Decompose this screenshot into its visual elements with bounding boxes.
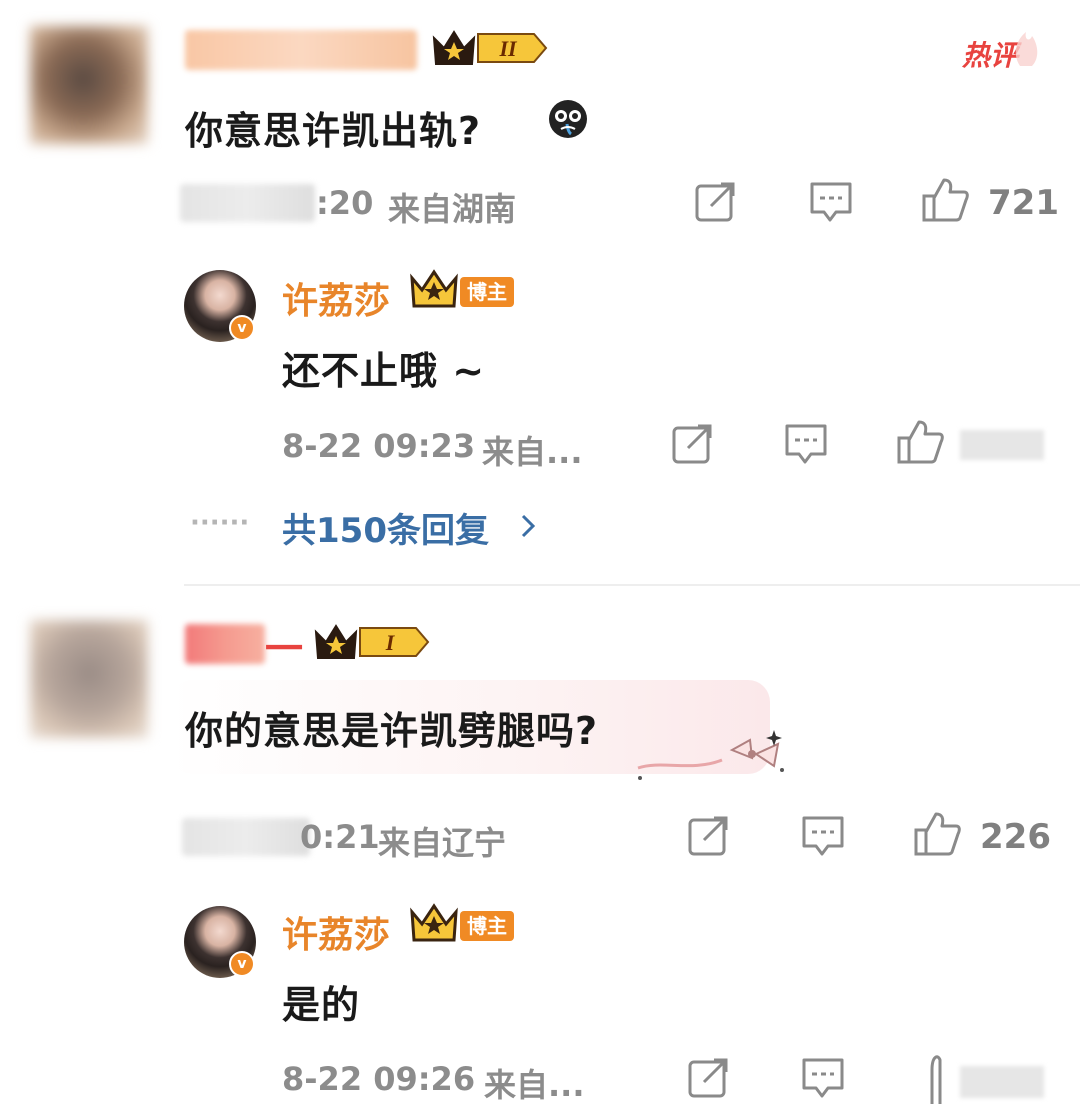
verified-badge-icon: v	[229, 315, 255, 341]
reply-text: 还不止哦 ~	[282, 349, 486, 393]
like-icon[interactable]	[920, 176, 970, 224]
like-count: 226	[980, 817, 1051, 857]
reply-time: 8-22 09:26	[282, 1060, 476, 1098]
like-count-blurred	[960, 1066, 1044, 1098]
member-crown-icon	[410, 903, 458, 942]
member-crown-icon	[410, 269, 458, 308]
reply-time: 8-22 09:23	[282, 427, 476, 465]
avatar[interactable]	[30, 620, 148, 738]
reply-location: 来自...	[482, 433, 583, 471]
like-icon[interactable]	[912, 810, 962, 858]
reply-author[interactable]: 许荔莎	[282, 272, 390, 324]
share-icon[interactable]	[670, 422, 714, 466]
share-icon[interactable]	[686, 814, 730, 858]
timestamp-blurred	[180, 184, 315, 222]
comment-icon[interactable]	[800, 1056, 846, 1100]
chevron-right-icon[interactable]	[518, 512, 538, 540]
avatar[interactable]	[30, 26, 148, 144]
hot-flame-icon	[1015, 32, 1038, 66]
replies-dots: ······	[190, 508, 250, 538]
level-badge-text: II	[498, 36, 518, 61]
view-replies-link[interactable]: 共150条回复	[282, 503, 489, 552]
comment-icon[interactable]	[783, 422, 829, 466]
like-count: 721	[988, 183, 1059, 223]
like-icon-partial[interactable]	[920, 1050, 950, 1106]
reply-text: 是的	[282, 983, 361, 1027]
level-badge-crown-icon: I	[314, 624, 430, 659]
comment-time: :20	[316, 184, 374, 222]
ribbon-bow-decoration-icon	[637, 730, 784, 780]
like-count-blurred	[960, 430, 1044, 460]
divider	[184, 584, 1080, 586]
level-badge-crown-icon: II	[432, 30, 548, 65]
comment-location: 来自辽宁	[378, 824, 507, 862]
comment-text: 你意思许凯出轨?	[185, 109, 482, 153]
timestamp-blurred	[182, 818, 310, 856]
reply-location: 来自...	[484, 1066, 585, 1104]
comment-icon[interactable]	[808, 180, 854, 224]
reply-author[interactable]: 许荔莎	[282, 906, 390, 958]
share-icon[interactable]	[686, 1056, 730, 1100]
username-blurred[interactable]	[185, 30, 417, 70]
blogger-tag: 博主	[460, 277, 514, 307]
comment-icon[interactable]	[800, 814, 846, 858]
username-blurred[interactable]	[185, 624, 265, 664]
share-icon[interactable]	[693, 180, 737, 224]
comment-text: 你的意思是许凯劈腿吗?	[185, 709, 599, 753]
blogger-tag: 博主	[460, 911, 514, 941]
like-icon[interactable]	[895, 418, 945, 466]
username-partial[interactable]: 一	[265, 618, 304, 673]
verified-badge-icon: v	[229, 951, 255, 977]
crying-face-emoji-icon	[549, 100, 587, 138]
comment-time: 0:21	[300, 818, 380, 856]
comment-location: 来自湖南	[388, 190, 517, 228]
level-badge-text: I	[385, 630, 396, 655]
